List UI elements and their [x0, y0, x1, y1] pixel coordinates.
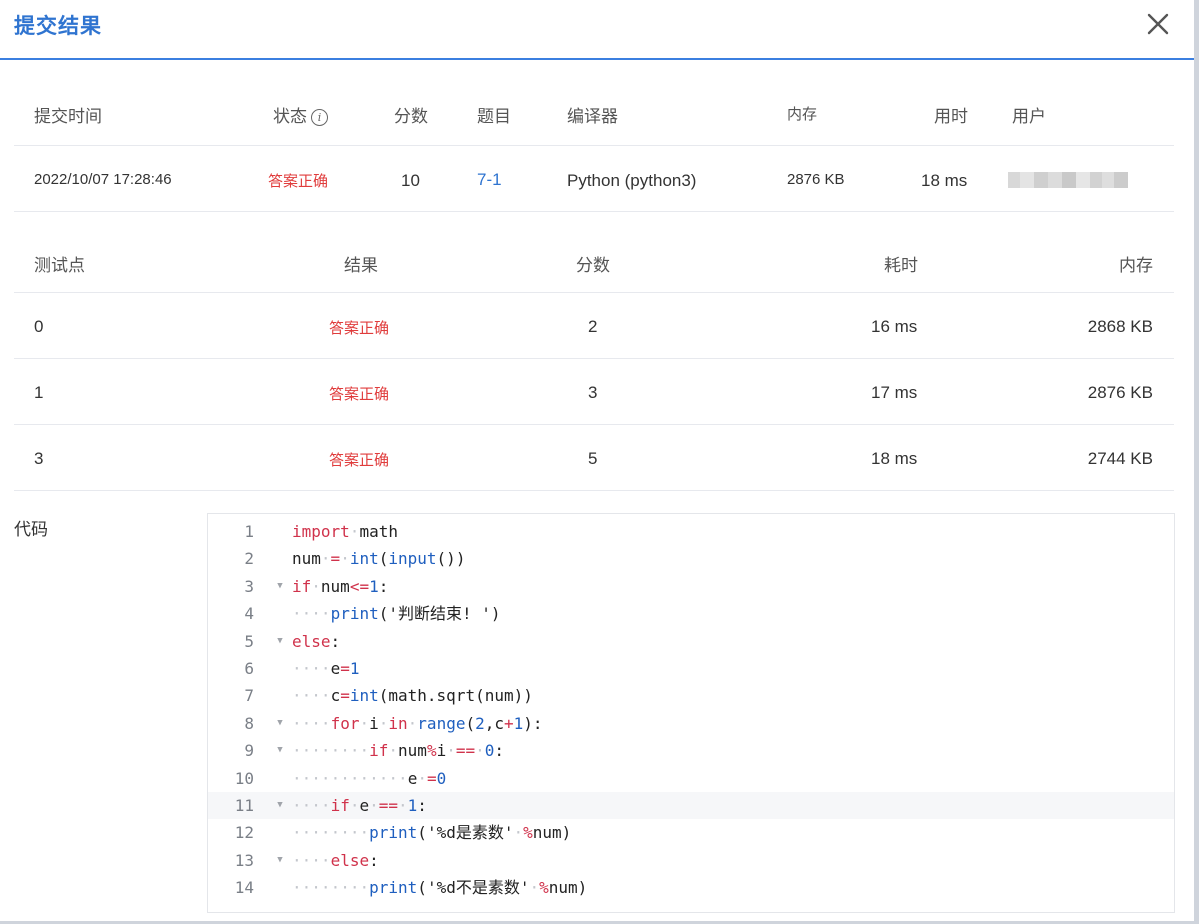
submission-time: 2022/10/07 17:28:46: [34, 171, 172, 188]
line-number: 8: [244, 713, 254, 733]
code-line: 8 ▼ ····for·i·in·range(2,c+1):: [208, 710, 1174, 737]
code-text: ····print('判断结束! '): [292, 604, 501, 624]
code-text: num·=·int(input()): [292, 549, 466, 569]
header-problem: 题目: [477, 107, 511, 126]
testcase-time: 18 ms: [871, 449, 918, 468]
line-number: 12: [234, 823, 254, 843]
header-result: 结果: [344, 256, 378, 275]
testcase-memory: 2876 KB: [1087, 383, 1153, 402]
testcase-id: 3: [34, 449, 44, 468]
code-line: 13 ▼ ····else:: [208, 847, 1174, 874]
code-line: 12 ········print('%d是素数'·%num): [208, 819, 1174, 846]
testcase-time: 17 ms: [871, 383, 918, 402]
testcase-result: 答案正确: [329, 320, 390, 337]
testcase-score: 3: [588, 383, 598, 402]
header-duration: 用时: [934, 107, 968, 126]
fold-arrow-icon[interactable]: ▼: [274, 710, 286, 737]
code-text: ····for·i·in·range(2,c+1):: [292, 713, 543, 733]
header-status: 状态 i: [273, 102, 328, 127]
code-line: 2 num·=·int(input()): [208, 545, 1174, 572]
fold-arrow-icon[interactable]: ▼: [274, 847, 286, 874]
code-text: ····else:: [292, 850, 379, 870]
testcase-score: 2: [588, 317, 598, 336]
code-text: if·num<=1:: [292, 576, 389, 596]
testcase-result: 答案正确: [329, 452, 390, 469]
divider: [14, 292, 1174, 293]
fold-arrow-icon[interactable]: ▼: [274, 737, 286, 764]
line-number: 14: [234, 878, 254, 898]
code-text: ····if·e·==·1:: [292, 796, 427, 815]
testcase-score: 5: [588, 449, 598, 468]
dialog-header: 提交结果: [0, 0, 1194, 60]
user-name-redacted: [1008, 172, 1128, 188]
testcase-id: 0: [34, 317, 44, 336]
code-text: ····c=int(math.sqrt(num)): [292, 686, 533, 706]
line-number: 5: [244, 631, 254, 651]
window-edge: [1194, 0, 1199, 924]
header-testcase-score: 分数: [576, 256, 610, 275]
code-line: 14 ········print('%d不是素数'·%num): [208, 874, 1174, 901]
line-number: 9: [244, 741, 254, 761]
header-testcase: 测试点: [34, 256, 85, 275]
submission-compiler: Python (python3): [567, 171, 697, 190]
code-text: else:: [292, 631, 341, 651]
close-icon: [1147, 13, 1169, 35]
header-testcase-time: 耗时: [884, 256, 918, 275]
code-text: import·math: [292, 522, 398, 541]
code-line: 3 ▼ if·num<=1:: [208, 573, 1174, 600]
code-text: ············e·=0: [292, 768, 447, 788]
divider: [14, 490, 1174, 491]
header-time: 提交时间: [34, 107, 102, 126]
testcase-result: 答案正确: [329, 386, 390, 403]
divider: [14, 424, 1174, 425]
submission-memory: 2876 KB: [787, 171, 845, 188]
testcase-time: 16 ms: [871, 317, 918, 336]
submission-score: 10: [401, 171, 420, 190]
line-number: 3: [244, 576, 254, 596]
code-text: ········print('%d不是素数'·%num): [292, 878, 588, 898]
header-status-label: 状态: [273, 107, 307, 126]
code-line: 4 ····print('判断结束! '): [208, 600, 1174, 627]
line-number: 11: [234, 796, 254, 815]
header-memory: 内存: [787, 106, 818, 123]
code-line: 11 ▼ ····if·e·==·1:: [208, 792, 1174, 819]
divider: [14, 211, 1174, 212]
submission-status: 答案正确: [268, 173, 329, 190]
problem-link[interactable]: 7-1: [477, 170, 502, 190]
header-testcase-memory: 内存: [1119, 256, 1153, 275]
fold-arrow-icon[interactable]: ▼: [274, 792, 286, 819]
dialog-title: 提交结果: [14, 15, 102, 38]
close-button[interactable]: [1142, 8, 1174, 40]
code-label: 代码: [14, 520, 48, 539]
info-icon[interactable]: i: [311, 109, 328, 126]
divider: [14, 145, 1174, 146]
code-line: 1 import·math: [208, 518, 1174, 545]
testcase-id: 1: [34, 383, 44, 402]
code-text: ····e=1: [292, 659, 360, 678]
fold-arrow-icon[interactable]: ▼: [274, 628, 286, 655]
code-line: 6 ····e=1: [208, 655, 1174, 682]
code-line: 7 ····c=int(math.sqrt(num)): [208, 682, 1174, 709]
testcase-memory: 2868 KB: [1087, 317, 1153, 336]
submission-duration: 18 ms: [921, 171, 968, 190]
line-number: 13: [234, 850, 254, 870]
header-score: 分数: [394, 107, 428, 126]
line-number: 10: [234, 768, 254, 788]
code-viewer[interactable]: 1 import·math 2 num·=·int(input()) 3 ▼ if·num<…: [207, 513, 1175, 913]
divider: [14, 358, 1174, 359]
code-text: ········print('%d是素数'·%num): [292, 823, 572, 843]
header-compiler: 编译器: [567, 107, 618, 126]
line-number: 1: [244, 522, 254, 541]
code-line: 9 ▼ ········if·num%i·==·0:: [208, 737, 1174, 764]
line-number: 4: [244, 604, 254, 624]
line-number: 6: [244, 659, 254, 678]
header-user: 用户: [1012, 107, 1046, 126]
line-number: 2: [244, 549, 254, 569]
line-number: 7: [244, 686, 254, 706]
code-line: 5 ▼ else:: [208, 628, 1174, 655]
fold-arrow-icon[interactable]: ▼: [274, 573, 286, 600]
testcase-memory: 2744 KB: [1087, 449, 1153, 468]
code-text: ········if·num%i·==·0:: [292, 741, 505, 761]
code-line: 10 ············e·=0: [208, 765, 1174, 792]
